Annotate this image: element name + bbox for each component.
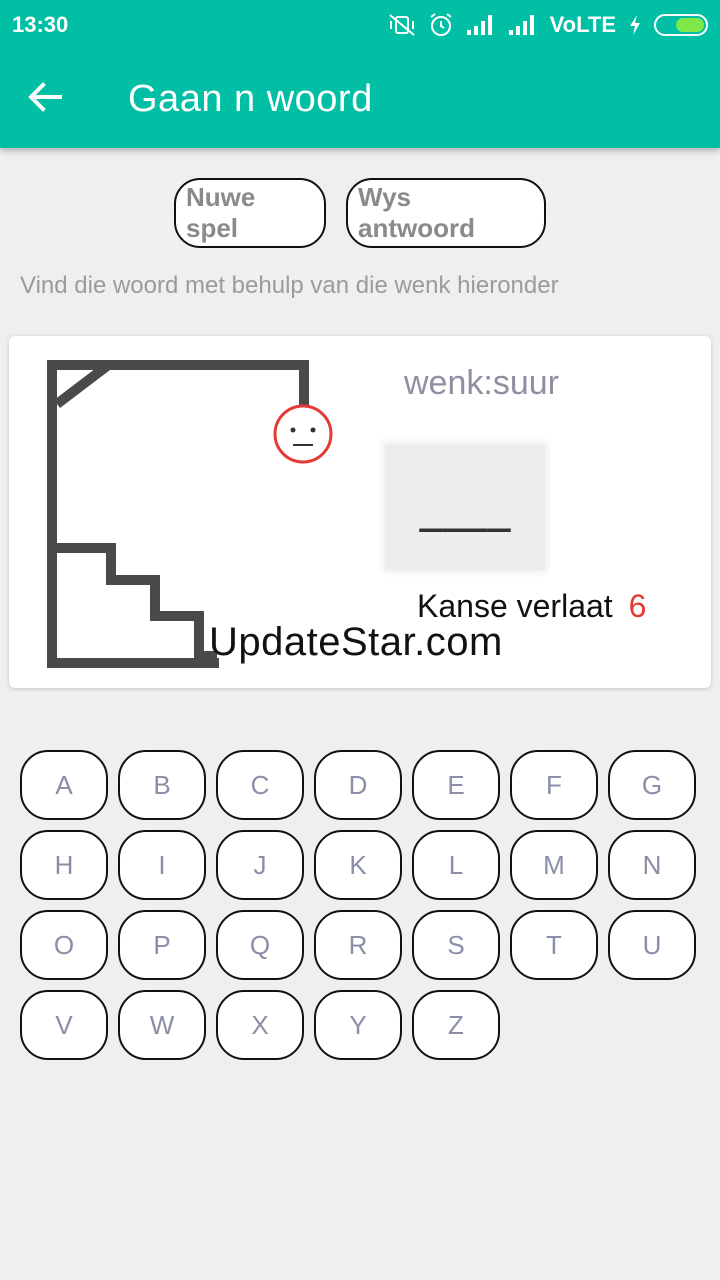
network-label: VoLTE [549,12,616,37]
letter-key-n[interactable]: N [608,830,696,900]
letter-key-d[interactable]: D [314,750,402,820]
masked-word-box: ____ [385,444,545,570]
letter-key-s[interactable]: S [412,910,500,980]
vibrate-off-icon [388,13,416,37]
battery-level [676,18,704,32]
hint-text: wenk:suur [404,364,559,402]
letter-key-f[interactable]: F [510,750,598,820]
app-bar: 13:30 VoLTE Gaan n woord [0,0,720,148]
page-title: Gaan n woord [128,77,373,120]
back-button[interactable] [0,50,90,148]
status-bar: 13:30 VoLTE [0,0,720,50]
show-answer-button[interactable]: Wys antwoord [346,178,546,248]
status-time: 13:30 [12,12,69,37]
letter-key-k[interactable]: K [314,830,402,900]
game-card: wenk:suur ____ Kanse verlaat 6 UpdateSta… [9,336,711,688]
letter-key-g[interactable]: G [608,750,696,820]
charging-icon [628,14,642,36]
letter-key-w[interactable]: W [118,990,206,1060]
letter-key-b[interactable]: B [118,750,206,820]
letter-key-o[interactable]: O [20,910,108,980]
alarm-icon [428,12,454,38]
toolbar: Gaan n woord [0,50,720,148]
letter-key-x[interactable]: X [216,990,304,1060]
letter-key-l[interactable]: L [412,830,500,900]
signal-icon [508,14,538,36]
letter-key-m[interactable]: M [510,830,598,900]
new-game-button[interactable]: Nuwe spel [174,178,326,248]
letter-key-h[interactable]: H [20,830,108,900]
letter-key-y[interactable]: Y [314,990,402,1060]
masked-word: ____ [419,488,511,532]
chances-count: 6 [628,588,647,624]
letter-key-r[interactable]: R [314,910,402,980]
letter-keyboard: ABCDEFG HIJKLMN OPQRSTU VWXYZ [20,750,700,1060]
watermark: UpdateStar.com [209,620,503,664]
letter-key-q[interactable]: Q [216,910,304,980]
letter-key-a[interactable]: A [20,750,108,820]
letter-key-v[interactable]: V [20,990,108,1060]
instruction-text: Vind die woord met behulp van die wenk h… [20,272,559,299]
letter-key-j[interactable]: J [216,830,304,900]
letter-key-u[interactable]: U [608,910,696,980]
face-icon [273,404,333,464]
letter-key-z[interactable]: Z [412,990,500,1060]
arrow-left-icon [27,81,63,118]
letter-key-t[interactable]: T [510,910,598,980]
letter-key-p[interactable]: P [118,910,206,980]
battery-icon [654,14,708,36]
action-buttons: Nuwe spel Wys antwoord [0,178,720,248]
status-icons: VoLTE [388,12,708,38]
signal-icon [466,14,496,36]
letter-key-c[interactable]: C [216,750,304,820]
letter-key-i[interactable]: I [118,830,206,900]
letter-key-e[interactable]: E [412,750,500,820]
